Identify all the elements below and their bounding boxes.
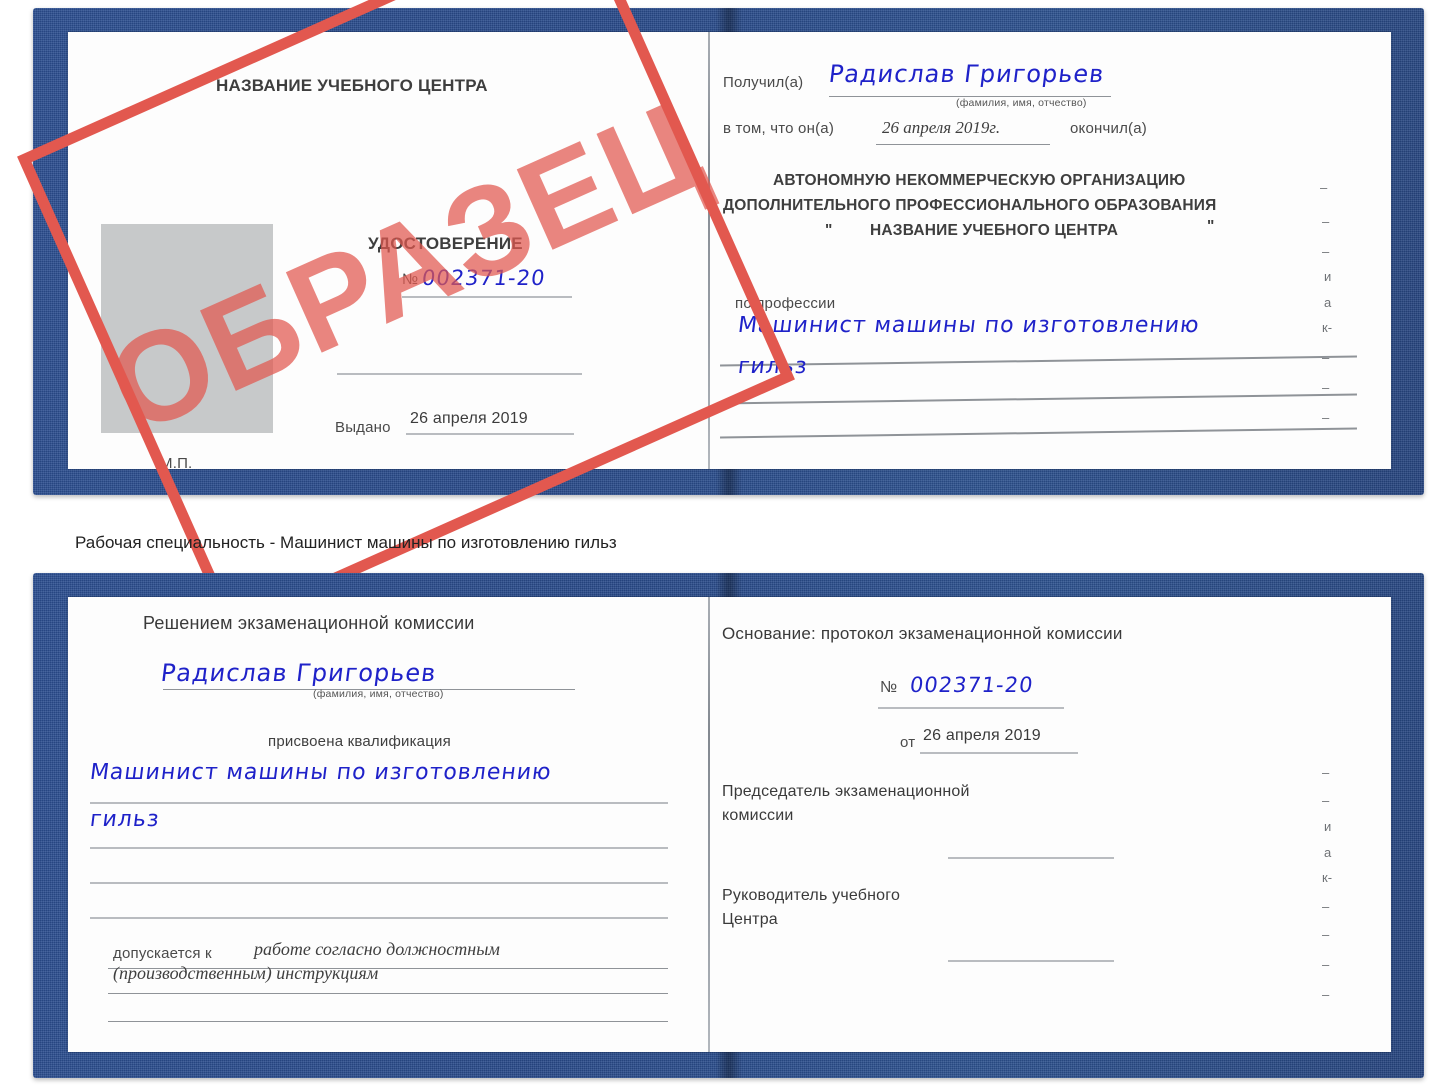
edge-fragment-b4: а xyxy=(1324,845,1332,860)
certificate-number-rule xyxy=(402,296,572,298)
name-hint-front: (фамилия, имя, отчество) xyxy=(956,97,1087,109)
basis-protocol-label: Основание: протокол экзаменационной коми… xyxy=(722,624,1123,643)
qualification-rule-1 xyxy=(90,802,668,804)
edge-fragment-3: – xyxy=(1322,244,1330,259)
admitted-rule-3 xyxy=(108,1021,668,1022)
director-label-line-2: Центра xyxy=(722,911,778,928)
certificate-number-value: 002371-20 xyxy=(420,266,547,290)
qualification-rule-3 xyxy=(90,882,668,884)
chairman-label-line-2: комиссии xyxy=(722,807,794,824)
edge-fragment-b1: – xyxy=(1322,765,1330,780)
received-name-value: Радислав Григорьев xyxy=(827,60,1107,88)
finished-label: окончил(а) xyxy=(1070,120,1147,137)
certificate-back-paper: Решением экзаменационной комиссии Радисл… xyxy=(68,597,1391,1052)
profession-label: по профессии xyxy=(735,295,836,312)
edge-fragment-b6: – xyxy=(1322,899,1330,914)
profession-value-line-2: гильз xyxy=(736,354,810,379)
back-left-page: Решением экзаменационной комиссии Радисл… xyxy=(68,597,708,1052)
issued-date-rule xyxy=(406,433,574,435)
back-right-page: Основание: протокол экзаменационной коми… xyxy=(710,597,1391,1052)
blank-rule-front-left xyxy=(337,373,582,375)
training-center-header: НАЗВАНИЕ УЧЕБНОГО ЦЕНТРА xyxy=(216,76,488,95)
graduate-name-value: Радислав Григорьев xyxy=(159,659,439,687)
director-signature-rule xyxy=(948,960,1114,962)
edge-fragment-b9: – xyxy=(1322,987,1330,1002)
admitted-label: допускается к xyxy=(113,945,212,962)
edge-fragment-1: – xyxy=(1320,180,1328,195)
chairman-signature-rule xyxy=(948,857,1114,859)
chairman-label-line-1: Председатель экзаменационной xyxy=(722,783,970,800)
qualification-value-line-2: гильз xyxy=(88,807,162,832)
completion-date-rule xyxy=(876,144,1050,145)
edge-fragment-b2: – xyxy=(1322,793,1330,808)
document-type-label: УДОСТОВЕРЕНИЕ xyxy=(368,234,523,253)
qualification-label: присвоена квалификация xyxy=(268,733,451,750)
edge-fragment-b3: и xyxy=(1324,819,1332,834)
qualification-value-line-1: Машинист машины по изготовлению xyxy=(88,760,554,785)
issued-date-value: 26 апреля 2019 xyxy=(410,410,528,427)
received-label: Получил(а) xyxy=(723,74,804,91)
admitted-value-line-1: работе согласно должностным xyxy=(254,939,500,959)
profession-rule-1 xyxy=(720,355,1357,366)
edge-fragment-6: к- xyxy=(1322,320,1333,335)
protocol-number-value: 002371-20 xyxy=(908,673,1035,697)
certificate-front-paper: НАЗВАНИЕ УЧЕБНОГО ЦЕНТРА УДОСТОВЕРЕНИЕ №… xyxy=(68,32,1391,469)
org-quote-open: " xyxy=(825,222,833,239)
qualification-rule-4 xyxy=(90,917,668,919)
qualification-rule-2 xyxy=(90,847,668,849)
profession-value-line-1: Машинист машины по изготовлению xyxy=(736,313,1202,338)
protocol-date-rule xyxy=(920,752,1078,754)
completion-date-value: 26 апреля 2019г. xyxy=(882,118,1001,137)
front-left-page: НАЗВАНИЕ УЧЕБНОГО ЦЕНТРА УДОСТОВЕРЕНИЕ №… xyxy=(68,32,708,469)
page-caption: Рабочая специальность - Машинист машины … xyxy=(75,533,617,552)
edge-fragment-4: и xyxy=(1324,269,1332,284)
protocol-date-label: от xyxy=(900,734,916,751)
protocol-date-value: 26 апреля 2019 xyxy=(923,727,1041,744)
edge-fragment-b5: к- xyxy=(1322,870,1333,885)
photo-placeholder xyxy=(101,224,273,433)
admitted-rule-2 xyxy=(108,993,668,994)
org-name-line-2: ДОПОЛНИТЕЛЬНОГО ПРОФЕССИОНАЛЬНОГО ОБРАЗО… xyxy=(723,197,1217,214)
edge-fragment-b7: – xyxy=(1322,927,1330,942)
profession-rule-3 xyxy=(720,427,1357,438)
org-name-line-1: АВТОНОМНУЮ НЕКОММЕРЧЕСКУЮ ОРГАНИЗАЦИЮ xyxy=(773,172,1186,189)
org-name-line-3: НАЗВАНИЕ УЧЕБНОГО ЦЕНТРА xyxy=(870,222,1119,239)
org-quote-close: " xyxy=(1207,218,1215,235)
certificate-number-label: № xyxy=(402,271,419,288)
protocol-number-label: № xyxy=(880,679,898,696)
front-right-page: Получил(а) Радислав Григорьев (фамилия, … xyxy=(710,32,1391,469)
protocol-number-rule xyxy=(878,707,1064,709)
profession-rule-2 xyxy=(720,393,1357,404)
name-hint-back: (фамилия, имя, отчество) xyxy=(313,688,444,700)
edge-fragment-9: – xyxy=(1322,410,1330,425)
edge-fragment-b8: – xyxy=(1322,957,1330,972)
edge-fragment-2: – xyxy=(1322,214,1330,229)
edge-fragment-7: – xyxy=(1322,350,1330,365)
seal-place-label: М.П. xyxy=(160,455,193,469)
commission-decision-heading: Решением экзаменационной комиссии xyxy=(143,613,475,633)
director-label-line-1: Руководитель учебного xyxy=(722,887,901,904)
admitted-value-line-2: (производственным) инструкциям xyxy=(113,963,379,983)
issued-label: Выдано xyxy=(335,419,391,436)
that-he-label: в том, что он(а) xyxy=(723,120,835,137)
edge-fragment-5: а xyxy=(1324,295,1332,310)
edge-fragment-8: – xyxy=(1322,380,1330,395)
